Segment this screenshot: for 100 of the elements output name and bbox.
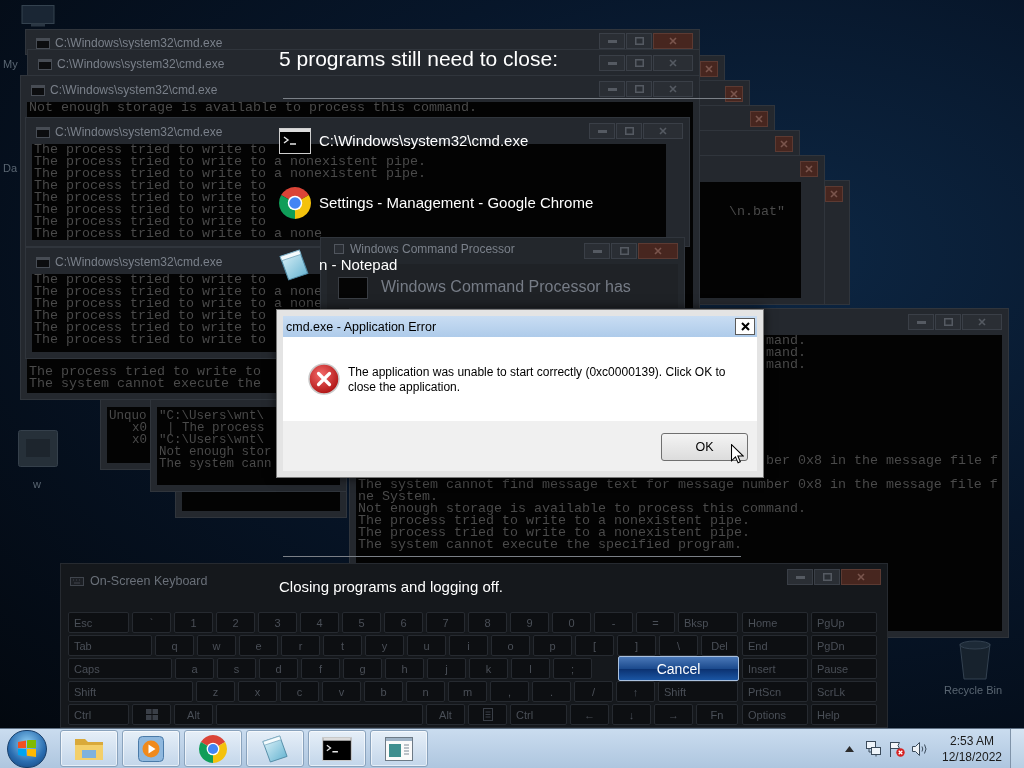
keyboard-key[interactable]: Esc: [68, 612, 129, 633]
keyboard-key[interactable]: j: [427, 658, 466, 679]
keyboard-key[interactable]: 1: [174, 612, 213, 633]
maximize-button[interactable]: [626, 33, 652, 49]
keyboard-key[interactable]: Home: [742, 612, 808, 633]
keyboard-key[interactable]: d: [259, 658, 298, 679]
keyboard-key[interactable]: m: [448, 681, 487, 702]
keyboard-key[interactable]: s: [217, 658, 256, 679]
keyboard-key[interactable]: Del: [701, 635, 738, 656]
keyboard-key[interactable]: n: [406, 681, 445, 702]
keyboard-key[interactable]: →: [654, 704, 693, 725]
keyboard-key[interactable]: 7: [426, 612, 465, 633]
maximize-button[interactable]: [626, 81, 652, 97]
desktop-icon-label[interactable]: w: [33, 478, 41, 491]
desktop-icon-label[interactable]: Recycle Bin: [944, 684, 1003, 697]
keyboard-key[interactable]: Ctrl: [68, 704, 129, 725]
keyboard-key[interactable]: e: [239, 635, 278, 656]
minimize-button[interactable]: [599, 55, 625, 71]
keyboard-key[interactable]: w: [197, 635, 236, 656]
space-bar[interactable]: [216, 704, 423, 725]
clock-time[interactable]: 2:53 AM: [950, 732, 994, 749]
keyboard-key[interactable]: /: [574, 681, 613, 702]
keyboard-key[interactable]: Shift: [658, 681, 738, 702]
keyboard-key[interactable]: 2: [216, 612, 255, 633]
start-button[interactable]: [7, 729, 47, 768]
keyboard-key[interactable]: p: [533, 635, 572, 656]
keyboard-key[interactable]: .: [532, 681, 571, 702]
maximize-button[interactable]: [611, 243, 637, 259]
maximize-button[interactable]: [626, 55, 652, 71]
minimize-button[interactable]: [908, 314, 934, 330]
keyboard-key[interactable]: a: [175, 658, 214, 679]
maximize-button[interactable]: [616, 123, 642, 139]
keyboard-key[interactable]: f: [301, 658, 340, 679]
keyboard-key[interactable]: i: [449, 635, 488, 656]
keyboard-key[interactable]: Pause: [811, 658, 877, 679]
keyboard-key[interactable]: c: [280, 681, 319, 702]
keyboard-key[interactable]: k: [469, 658, 508, 679]
cancel-button[interactable]: Cancel: [618, 656, 739, 681]
keyboard-key[interactable]: [: [575, 635, 614, 656]
keyboard-key[interactable]: Alt: [426, 704, 465, 725]
caret-up-icon[interactable]: [845, 745, 854, 752]
keyboard-key[interactable]: x: [238, 681, 277, 702]
keyboard-key[interactable]: \: [659, 635, 698, 656]
show-desktop-button[interactable]: [1010, 729, 1024, 768]
keyboard-key[interactable]: Bksp: [678, 612, 738, 633]
keyboard-key[interactable]: [468, 704, 507, 725]
ok-button[interactable]: OK: [661, 433, 748, 461]
keyboard-key[interactable]: Fn: [696, 704, 738, 725]
keyboard-key[interactable]: Caps: [68, 658, 172, 679]
keyboard-key[interactable]: End: [742, 635, 808, 656]
network-icon[interactable]: [866, 740, 882, 757]
taskbar-button[interactable]: [308, 730, 366, 767]
keyboard-key[interactable]: ]: [617, 635, 656, 656]
keyboard-key[interactable]: 9: [510, 612, 549, 633]
desktop-icon-label[interactable]: My: [3, 58, 18, 71]
flag-icon[interactable]: [889, 740, 905, 757]
keyboard-key[interactable]: 0: [552, 612, 591, 633]
keyboard-key[interactable]: 6: [384, 612, 423, 633]
close-button[interactable]: [735, 318, 755, 335]
keyboard-key[interactable]: ,: [490, 681, 529, 702]
minimize-button[interactable]: [599, 81, 625, 97]
keyboard-key[interactable]: o: [491, 635, 530, 656]
desktop-icon-label[interactable]: Da: [3, 162, 18, 175]
maximize-button[interactable]: [814, 569, 840, 585]
keyboard-key[interactable]: =: [636, 612, 675, 633]
computer-icon[interactable]: [19, 5, 57, 27]
shortcut-icon[interactable]: [18, 430, 58, 467]
keyboard-key[interactable]: Help: [811, 704, 877, 725]
keyboard-key[interactable]: -: [594, 612, 633, 633]
keyboard-key[interactable]: ScrLk: [811, 681, 877, 702]
keyboard-key[interactable]: l: [511, 658, 550, 679]
keyboard-key[interactable]: ;: [553, 658, 592, 679]
minimize-button[interactable]: [599, 33, 625, 49]
keyboard-key[interactable]: PgDn: [811, 635, 877, 656]
keyboard-key[interactable]: t: [323, 635, 362, 656]
keyboard-key[interactable]: Ctrl: [510, 704, 567, 725]
keyboard-key[interactable]: PgUp: [811, 612, 877, 633]
keyboard-key[interactable]: v: [322, 681, 361, 702]
minimize-button[interactable]: [584, 243, 610, 259]
keyboard-key[interactable]: ←: [570, 704, 609, 725]
keyboard-key[interactable]: 5: [342, 612, 381, 633]
keyboard-key[interactable]: u: [407, 635, 446, 656]
keyboard-key[interactable]: 4: [300, 612, 339, 633]
keyboard-key[interactable]: q: [155, 635, 194, 656]
keyboard-key[interactable]: Tab: [68, 635, 152, 656]
maximize-button[interactable]: [935, 314, 961, 330]
keyboard-key[interactable]: Alt: [174, 704, 213, 725]
keyboard-key[interactable]: z: [196, 681, 235, 702]
keyboard-key[interactable]: g: [343, 658, 382, 679]
keyboard-key[interactable]: y: [365, 635, 404, 656]
keyboard-key[interactable]: Insert: [742, 658, 808, 679]
keyboard-key[interactable]: ↑: [616, 681, 655, 702]
keyboard-key[interactable]: h: [385, 658, 424, 679]
keyboard-key[interactable]: Shift: [68, 681, 193, 702]
minimize-button[interactable]: [589, 123, 615, 139]
keyboard-key[interactable]: PrtScn: [742, 681, 808, 702]
keyboard-key[interactable]: [132, 704, 171, 725]
clock-date[interactable]: 12/18/2022: [941, 748, 1003, 765]
keyboard-key[interactable]: Options: [742, 704, 808, 725]
speaker-icon[interactable]: [912, 741, 927, 756]
